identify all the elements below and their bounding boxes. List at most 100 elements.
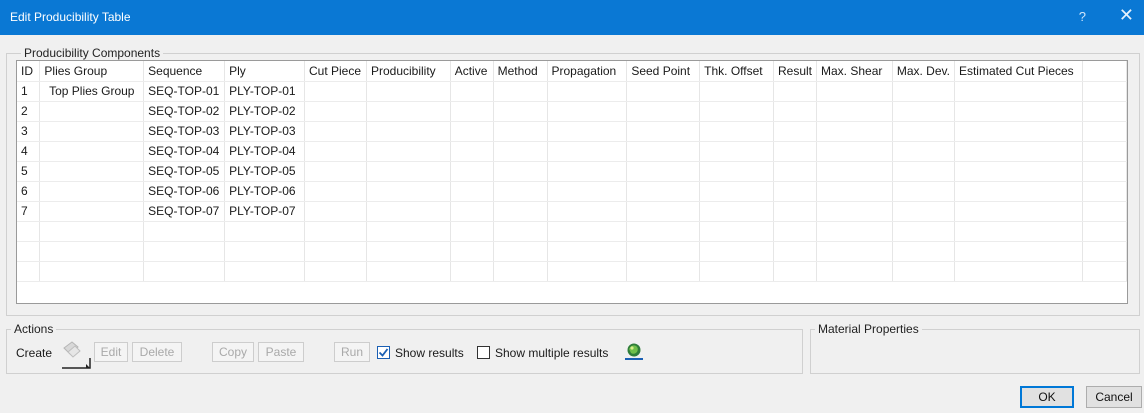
table-cell[interactable] — [143, 221, 226, 242]
column-header[interactable]: Producibility — [366, 61, 451, 82]
column-header[interactable]: Cut Piece — [304, 61, 367, 82]
table-cell[interactable] — [1082, 141, 1127, 162]
table-cell[interactable]: SEQ-TOP-06 — [143, 181, 226, 202]
table-cell[interactable]: 5 — [17, 161, 41, 182]
table-cell[interactable] — [39, 121, 145, 142]
table-cell[interactable]: 6 — [17, 181, 41, 202]
table-cell[interactable] — [366, 261, 451, 282]
table-row[interactable] — [17, 241, 1127, 262]
table-cell[interactable] — [39, 201, 145, 222]
table-cell[interactable] — [773, 221, 818, 242]
table-cell[interactable]: PLY-TOP-05 — [224, 161, 305, 182]
table-cell[interactable] — [450, 101, 494, 122]
table-cell[interactable] — [1082, 81, 1127, 102]
table-cell[interactable] — [224, 221, 305, 242]
table-cell[interactable] — [39, 261, 145, 282]
table-cell[interactable] — [892, 101, 955, 122]
table-cell[interactable] — [699, 121, 774, 142]
help-button[interactable]: ? — [1079, 9, 1086, 24]
table-cell[interactable] — [366, 141, 451, 162]
paste-button[interactable]: Paste — [258, 342, 304, 362]
table-cell[interactable] — [450, 221, 494, 242]
table-cell[interactable]: 7 — [17, 201, 41, 222]
table-cell[interactable]: 2 — [17, 101, 41, 122]
table-cell[interactable] — [39, 101, 145, 122]
table-cell[interactable] — [17, 241, 41, 262]
column-header[interactable]: Max. Dev. — [892, 61, 955, 82]
table-row[interactable]: 5 SEQ-TOP-05 PLY-TOP-05 — [17, 161, 1127, 182]
table-cell[interactable] — [954, 101, 1083, 122]
table-cell[interactable] — [450, 141, 494, 162]
table-cell[interactable] — [493, 221, 548, 242]
table-cell[interactable] — [366, 241, 451, 262]
table-cell[interactable] — [892, 81, 955, 102]
table-cell[interactable] — [366, 201, 451, 222]
table-cell[interactable] — [493, 141, 548, 162]
table-row[interactable]: 4 SEQ-TOP-04 PLY-TOP-04 — [17, 141, 1127, 162]
column-header[interactable]: Method — [493, 61, 548, 82]
results-viewer-icon[interactable] — [624, 341, 644, 361]
table-cell[interactable] — [39, 221, 145, 242]
column-header[interactable]: Thk. Offset — [699, 61, 774, 82]
copy-button[interactable]: Copy — [212, 342, 254, 362]
table-cell[interactable] — [816, 161, 893, 182]
table-cell[interactable] — [547, 141, 628, 162]
table-cell[interactable] — [892, 241, 955, 262]
table-cell[interactable] — [816, 81, 893, 102]
table-cell[interactable] — [39, 241, 145, 262]
table-cell[interactable] — [626, 241, 701, 262]
table-cell[interactable] — [816, 221, 893, 242]
table-cell[interactable] — [626, 81, 701, 102]
table-cell[interactable] — [892, 201, 955, 222]
column-header[interactable]: Max. Shear — [816, 61, 893, 82]
table-cell[interactable] — [699, 141, 774, 162]
table-cell[interactable] — [493, 181, 548, 202]
run-button[interactable]: Run — [334, 342, 370, 362]
table-cell[interactable] — [304, 221, 367, 242]
table-cell[interactable] — [626, 261, 701, 282]
table-cell[interactable] — [304, 141, 367, 162]
table-cell[interactable]: SEQ-TOP-01 — [143, 81, 226, 102]
table-cell[interactable] — [450, 121, 494, 142]
table-cell[interactable] — [450, 161, 494, 182]
table-cell[interactable] — [954, 261, 1083, 282]
table-cell[interactable] — [699, 161, 774, 182]
table-cell[interactable] — [699, 101, 774, 122]
show-multiple-results-checkbox[interactable] — [477, 346, 490, 359]
table-cell[interactable] — [493, 161, 548, 182]
edit-button[interactable]: Edit — [94, 342, 128, 362]
table-cell[interactable] — [547, 101, 628, 122]
table-cell[interactable] — [1082, 241, 1127, 262]
column-header[interactable]: Active — [450, 61, 494, 82]
table-cell[interactable] — [493, 101, 548, 122]
table-row[interactable] — [17, 221, 1127, 242]
table-cell[interactable] — [304, 241, 367, 262]
table-cell[interactable] — [954, 121, 1083, 142]
delete-button[interactable]: Delete — [132, 342, 182, 362]
table-cell[interactable]: PLY-TOP-07 — [224, 201, 305, 222]
column-header[interactable]: Ply — [224, 61, 305, 82]
table-cell[interactable] — [892, 261, 955, 282]
table-cell[interactable] — [699, 201, 774, 222]
table-cell[interactable] — [773, 81, 818, 102]
table-cell[interactable] — [304, 181, 367, 202]
table-cell[interactable] — [547, 121, 628, 142]
table-cell[interactable]: SEQ-TOP-02 — [143, 101, 226, 122]
column-header[interactable]: Plies Group — [39, 61, 145, 82]
ok-button[interactable]: OK — [1020, 386, 1074, 408]
table-cell[interactable] — [626, 121, 701, 142]
table-cell[interactable] — [699, 181, 774, 202]
table-cell[interactable] — [954, 181, 1083, 202]
table-cell[interactable]: SEQ-TOP-04 — [143, 141, 226, 162]
table-cell[interactable]: Top Plies Group — [39, 81, 145, 102]
table-cell[interactable] — [547, 81, 628, 102]
table-cell[interactable]: PLY-TOP-01 — [224, 81, 305, 102]
column-header[interactable]: Seed Point — [626, 61, 701, 82]
column-header[interactable]: ID — [17, 61, 41, 82]
table-cell[interactable] — [493, 121, 548, 142]
table-cell[interactable]: SEQ-TOP-05 — [143, 161, 226, 182]
table-cell[interactable] — [1082, 201, 1127, 222]
table-cell[interactable] — [366, 221, 451, 242]
table-row[interactable]: 1 Top Plies Group SEQ-TOP-01 PLY-TOP-01 — [17, 81, 1127, 102]
table-cell[interactable] — [773, 261, 818, 282]
